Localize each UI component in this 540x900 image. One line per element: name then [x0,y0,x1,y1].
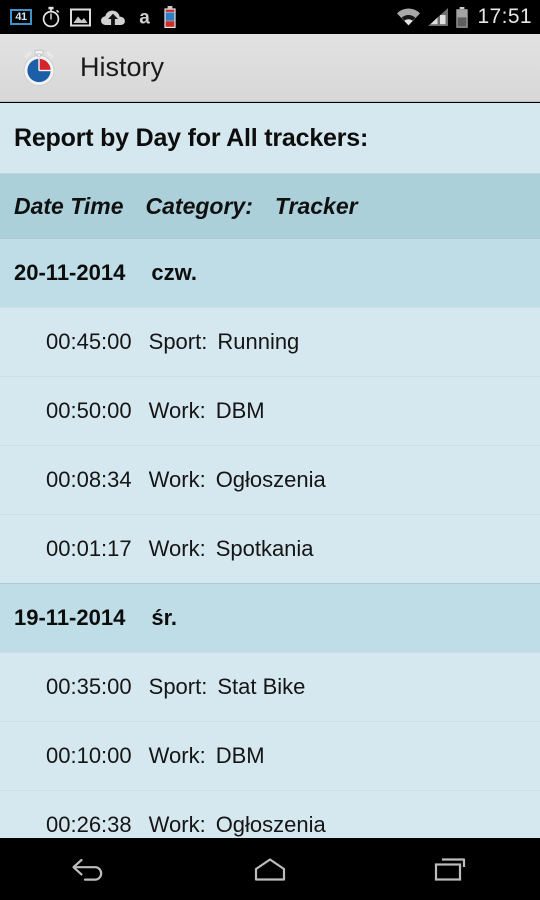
stopwatch-app-icon [23,49,55,86]
entry-category: Work: [148,536,206,561]
column-header-date-time: Date Time [14,192,124,219]
status-bar-right-icons: 17:51 [396,5,532,29]
image-icon [70,8,91,26]
day-group-date: 20-11-2014 [14,260,126,285]
home-button[interactable] [215,838,325,900]
page-title: History [80,52,165,82]
entry-duration: 00:45:00 [46,329,132,354]
entry-category: Work: [148,743,206,768]
entry-tracker: Ogłoszenia [215,812,326,837]
recents-button[interactable] [395,838,505,900]
table-row[interactable]: 00:26:38 Work: Ogłoszenia [0,790,540,838]
android-navigation-bar [0,838,540,900]
entry-category: Work: [148,467,206,492]
phone-screen: 41 a 17:51 History Report by Day for All… [0,0,540,900]
cloud-upload-icon [101,10,125,25]
status-bar-clock: 17:51 [477,5,532,28]
column-header-category: Category: [145,192,253,219]
table-row[interactable]: 00:10:00 Work: DBM [0,721,540,790]
entry-category: Sport: [148,329,208,354]
table-row[interactable]: 00:01:17 Work: Spotkania [0,514,540,583]
entry-tracker: Stat Bike [217,674,306,699]
table-row[interactable]: 00:35:00 Sport: Stat Bike [0,652,540,721]
status-bar-left-icons: 41 a [10,6,396,28]
entry-category: Work: [148,398,206,423]
back-arrow-icon [72,858,103,881]
day-group-header[interactable]: 20-11-2014 czw. [0,238,540,307]
column-header-tracker: Tracker [274,192,358,219]
entry-tracker: DBM [215,398,265,423]
battery-status-icon [164,6,176,28]
entry-duration: 00:50:00 [46,398,132,423]
entry-category: Work: [148,812,206,837]
day-group-header[interactable]: 19-11-2014 śr. [0,583,540,652]
table-row[interactable]: 00:08:34 Work: Ogłoszenia [0,445,540,514]
entry-tracker: Spotkania [215,536,314,561]
stopwatch-icon [42,6,60,28]
table-row[interactable]: 00:50:00 Work: DBM [0,376,540,445]
report-heading: Report by Day for All trackers: [0,103,540,173]
entry-tracker: DBM [215,743,265,768]
entry-duration: 00:35:00 [46,674,132,699]
wifi-icon [397,8,421,26]
day-group-weekday: śr. [151,605,178,630]
app-bar: History [0,34,540,102]
table-row[interactable]: 00:45:00 Sport: Running [0,307,540,376]
back-button[interactable] [35,838,145,900]
entry-duration: 00:26:38 [46,812,132,837]
entry-duration: 00:08:34 [46,467,132,492]
entry-duration: 00:01:17 [46,536,132,561]
day-group-weekday: czw. [151,260,197,285]
status-bar: 41 a 17:51 [0,0,540,34]
cellular-signal-icon [428,8,449,26]
column-header-row: Date Time Category: Tracker [0,173,540,238]
entry-tracker: Running [217,329,300,354]
notification-count-badge-icon: 41 [10,9,32,25]
battery-icon [456,6,469,28]
entry-category: Sport: [148,674,208,699]
entry-duration: 00:10:00 [46,743,132,768]
report-content[interactable]: Report by Day for All trackers: Date Tim… [0,103,540,838]
recents-icon [434,858,466,881]
entry-tracker: Ogłoszenia [215,467,326,492]
home-icon [254,858,286,881]
svg-text:a: a [139,8,150,28]
day-group-date: 19-11-2014 [14,605,126,630]
letter-a-icon: a [139,8,150,28]
